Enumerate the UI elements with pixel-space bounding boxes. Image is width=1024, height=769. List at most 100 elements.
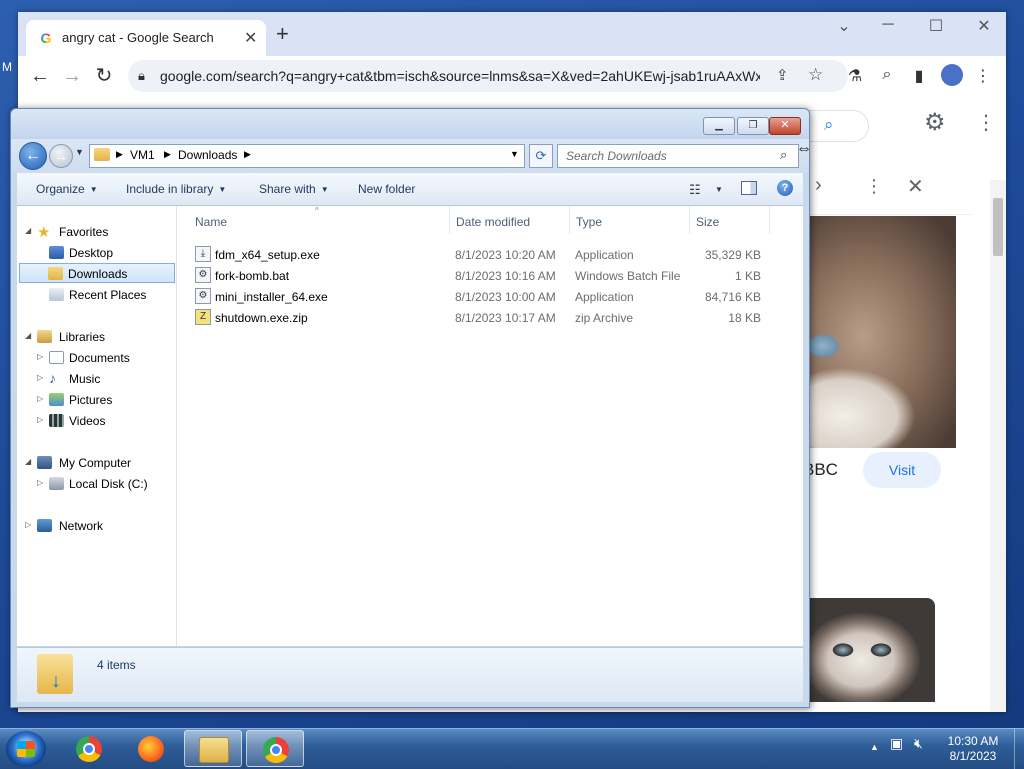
lock-icon[interactable]: 🔒︎ xyxy=(138,68,145,84)
file-row[interactable]: ⚙ fork-bomb.bat 8/1/2023 10:16 AM Window… xyxy=(193,265,785,286)
taskbar-chrome-pinned[interactable] xyxy=(60,730,118,767)
explorer-titlebar[interactable]: ▁ ❐ ✕ xyxy=(11,109,809,139)
column-divider[interactable] xyxy=(449,206,450,234)
nav-recent-places[interactable]: Recent Places xyxy=(17,285,176,305)
forward-arrow-icon[interactable]: → xyxy=(49,144,73,168)
address-dropdown-icon[interactable]: ▼ xyxy=(510,149,519,159)
forward-button[interactable]: → xyxy=(60,64,84,88)
address-bar[interactable]: 🔒︎ google.com/search?q=angry+cat&tbm=isc… xyxy=(128,60,848,92)
nav-libraries[interactable]: ◢ Libraries xyxy=(17,327,176,347)
network-tray-icon[interactable]: ▣ xyxy=(890,735,903,752)
expand-triangle-icon[interactable]: ◢ xyxy=(25,457,31,466)
system-clock[interactable]: 10:30 AM 8/1/2023 xyxy=(938,734,1008,764)
preview-pane-icon[interactable] xyxy=(741,181,757,195)
include-in-library-menu[interactable]: Include in library ▼ xyxy=(126,182,226,196)
search-icon[interactable]: ⌕ xyxy=(780,147,787,163)
taskbar-chrome-window[interactable] xyxy=(246,730,304,767)
apps-grid-icon[interactable]: ⋮ xyxy=(976,110,996,135)
scrollbar-thumb[interactable] xyxy=(993,198,1003,256)
volume-muted-icon[interactable]: 🔇︎ xyxy=(914,735,923,752)
menu-kebab-icon[interactable]: ⋮ xyxy=(972,66,994,86)
settings-gear-icon[interactable]: ⚙ xyxy=(924,108,946,137)
collapsed-triangle-icon[interactable]: ▷ xyxy=(37,478,43,487)
share-with-menu[interactable]: Share with ▼ xyxy=(259,182,329,196)
column-header-name[interactable]: Name xyxy=(195,215,227,229)
side-panel-icon[interactable]: ▮ xyxy=(908,66,930,86)
collapsed-triangle-icon[interactable]: ▷ xyxy=(37,415,43,424)
tab-close-icon[interactable]: ✕ xyxy=(244,28,257,48)
nav-favorites[interactable]: ◢ ★ Favorites xyxy=(17,222,176,242)
maximize-button[interactable]: ❐ xyxy=(737,117,769,135)
new-tab-button[interactable]: + xyxy=(276,22,289,46)
file-name[interactable]: fork-bomb.bat xyxy=(215,269,289,283)
related-cat-image[interactable] xyxy=(803,598,935,702)
change-view-icon[interactable]: ☷ xyxy=(689,182,701,198)
taskbar-firefox[interactable] xyxy=(122,730,180,767)
expand-triangle-icon[interactable]: ◢ xyxy=(25,226,31,235)
view-dropdown-icon[interactable]: ▼ xyxy=(715,185,723,194)
nav-videos[interactable]: ▷ Videos xyxy=(17,411,176,431)
nav-documents[interactable]: ▷ Documents xyxy=(17,348,176,368)
collapsed-triangle-icon[interactable]: ▷ xyxy=(37,352,43,361)
collapsed-triangle-icon[interactable]: ▷ xyxy=(37,394,43,403)
visit-button[interactable]: Visit xyxy=(863,452,941,488)
organize-menu[interactable]: Organize ▼ xyxy=(36,182,98,196)
breadcrumb-bar[interactable]: ▶ VM1 ▶ Downloads ▶ ▼ xyxy=(89,144,525,168)
help-icon[interactable]: ? xyxy=(777,180,793,196)
breadcrumb-separator-icon[interactable]: ▶ xyxy=(164,149,171,160)
column-header-date-modified[interactable]: Date modified xyxy=(456,215,530,229)
google-search-button[interactable]: ⌕ xyxy=(802,110,869,142)
search-icon[interactable]: ⌕ xyxy=(876,66,898,84)
minimize-button[interactable]: ▁ xyxy=(703,117,735,135)
column-header-type[interactable]: Type xyxy=(576,215,602,229)
back-arrow-icon[interactable]: ← xyxy=(19,142,47,170)
file-row[interactable]: ⤓ fdm_x64_setup.exe 8/1/2023 10:20 AM Ap… xyxy=(193,244,785,265)
nav-network[interactable]: ▷ Network xyxy=(17,516,176,536)
url-text[interactable]: google.com/search?q=angry+cat&tbm=isch&s… xyxy=(160,68,760,84)
back-button[interactable]: ← xyxy=(28,64,52,88)
next-chevron-icon[interactable]: › xyxy=(815,174,822,197)
extension-flask-icon[interactable]: ⚗ xyxy=(844,66,866,86)
reload-button[interactable]: ↻ xyxy=(92,64,116,88)
nav-desktop[interactable]: Desktop xyxy=(17,243,176,263)
column-divider[interactable] xyxy=(769,206,770,234)
nav-local-disk[interactable]: ▷ Local Disk (C:) xyxy=(17,474,176,494)
file-row[interactable]: ⚙ mini_installer_64.exe 8/1/2023 10:00 A… xyxy=(193,286,785,307)
more-options-icon[interactable]: ⋮ xyxy=(865,176,883,197)
file-row[interactable]: Z shutdown.exe.zip 8/1/2023 10:17 AM zip… xyxy=(193,307,785,328)
page-scrollbar[interactable] xyxy=(990,180,1006,712)
close-button[interactable]: ✕ xyxy=(964,16,1004,36)
search-box[interactable]: Search Downloads ⌕ xyxy=(557,144,799,168)
show-desktop-button[interactable] xyxy=(1014,729,1024,769)
breadcrumb-vm1[interactable]: VM1 xyxy=(130,148,155,162)
nav-my-computer[interactable]: ◢ My Computer xyxy=(17,453,176,473)
column-divider[interactable] xyxy=(689,206,690,234)
breadcrumb-separator-icon[interactable]: ▶ xyxy=(116,149,123,160)
bookmark-star-icon[interactable]: ☆ xyxy=(808,65,823,85)
close-button[interactable]: ✕ xyxy=(769,117,801,135)
recent-pages-dropdown-icon[interactable]: ▼ xyxy=(75,147,84,157)
breadcrumb-separator-icon[interactable]: ▶ xyxy=(244,149,251,160)
expand-triangle-icon[interactable]: ◢ xyxy=(25,331,31,340)
file-name[interactable]: mini_installer_64.exe xyxy=(215,290,328,304)
share-icon[interactable]: ⇪ xyxy=(776,66,789,84)
refresh-icon[interactable]: ⟳ xyxy=(529,144,553,168)
tab-search-icon[interactable]: ⌄ xyxy=(824,16,864,36)
close-preview-icon[interactable]: ✕ xyxy=(907,174,924,199)
file-name[interactable]: fdm_x64_setup.exe xyxy=(215,248,320,262)
taskbar-explorer[interactable] xyxy=(184,730,242,767)
cat-preview-image[interactable] xyxy=(803,216,956,448)
new-folder-button[interactable]: New folder xyxy=(358,182,415,196)
maximize-button[interactable]: ☐ xyxy=(916,16,956,36)
column-divider[interactable] xyxy=(569,206,570,234)
collapsed-triangle-icon[interactable]: ▷ xyxy=(25,520,31,529)
show-hidden-icons-button[interactable]: ▲ xyxy=(870,742,879,752)
nav-downloads[interactable]: Downloads xyxy=(19,263,175,283)
column-header-size[interactable]: Size xyxy=(696,215,719,229)
start-button[interactable] xyxy=(6,731,46,767)
file-name[interactable]: shutdown.exe.zip xyxy=(215,311,308,325)
browser-tab[interactable]: G angry cat - Google Search ✕ xyxy=(26,20,266,56)
profile-avatar[interactable] xyxy=(941,64,963,86)
breadcrumb-downloads[interactable]: Downloads xyxy=(178,148,237,162)
search-placeholder[interactable]: Search Downloads xyxy=(566,149,667,163)
